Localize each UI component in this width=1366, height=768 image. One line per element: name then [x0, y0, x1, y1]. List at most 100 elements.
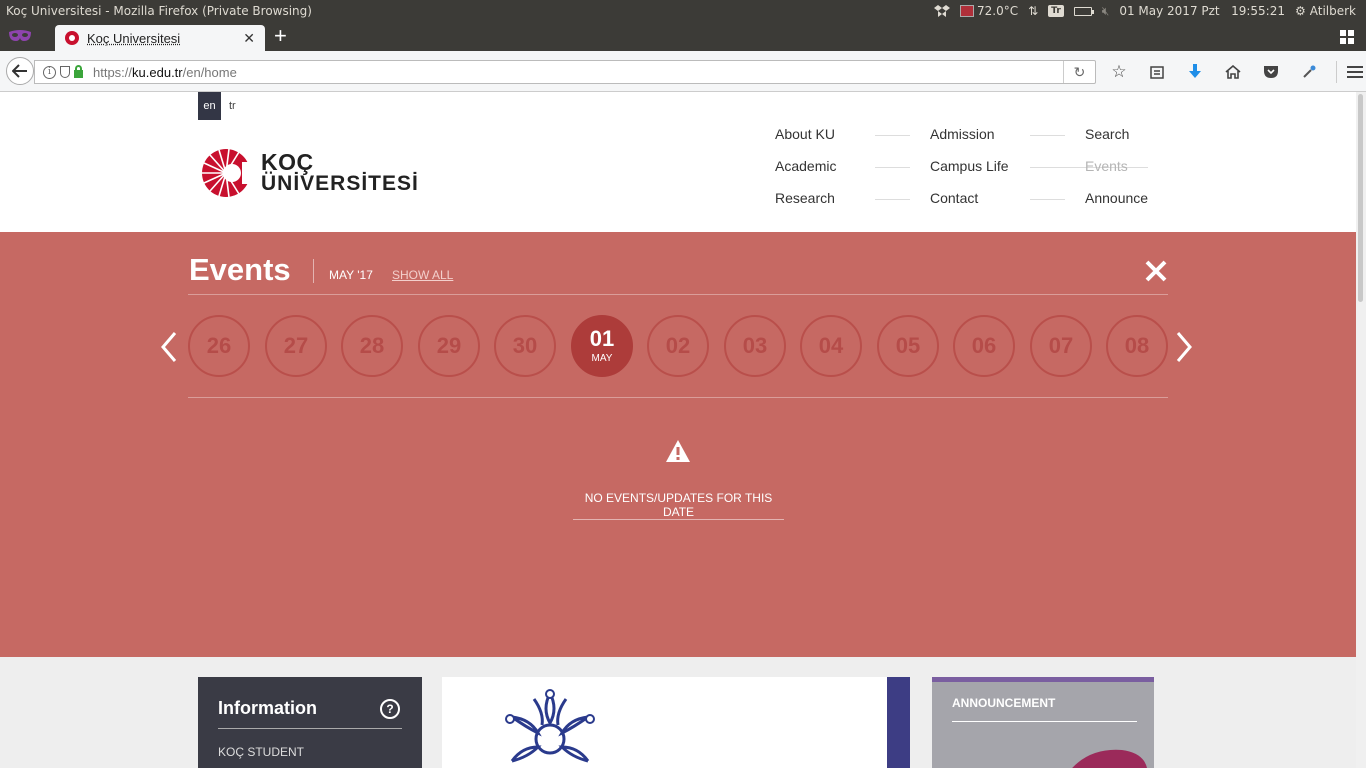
window-grid-icon[interactable]	[1340, 30, 1354, 44]
koc-logo-mark-icon	[202, 148, 256, 198]
no-events-message: NO EVENTS/UPDATES FOR THIS DATE	[584, 491, 773, 519]
nav-divider	[1030, 135, 1065, 136]
url-text[interactable]: https://ku.edu.tr/en/home	[93, 65, 237, 80]
home-icon[interactable]	[1222, 61, 1244, 83]
events-header-rule	[188, 294, 1168, 295]
announcement-box[interactable]: ANNOUNCEMENT	[932, 677, 1154, 768]
day-01-selected[interactable]: 01 MAY	[571, 315, 633, 377]
eyedropper-icon[interactable]	[1298, 61, 1320, 83]
promo-banner[interactable]	[442, 677, 910, 768]
volume-muted-icon[interactable]: 🔇︎	[1102, 4, 1110, 19]
info-icon[interactable]: i	[43, 65, 56, 79]
nav-admission[interactable]: Admission	[930, 126, 995, 142]
browser-toolbar: ☆	[1108, 61, 1363, 83]
browser-nav-bar: i https://ku.edu.tr/en/home ↻ ☆	[0, 51, 1366, 92]
pocket-icon[interactable]	[1260, 61, 1282, 83]
logo-line-1: KOÇ	[261, 149, 314, 175]
day-28[interactable]: 28	[341, 315, 403, 377]
shield-icon[interactable]	[60, 66, 70, 78]
day-30[interactable]: 30	[494, 315, 556, 377]
menu-icon[interactable]	[1347, 66, 1363, 78]
web-page: en tr KOÇ ÜNİVERSİTESİ About KU Academic…	[0, 92, 1356, 768]
window-title: Koç Universitesi - Mozilla Firefox (Priv…	[6, 4, 312, 18]
nav-divider	[1030, 199, 1065, 200]
reading-list-icon[interactable]	[1146, 61, 1168, 83]
koc-student-link[interactable]: KOÇ STUDENT	[218, 745, 304, 759]
day-05[interactable]: 05	[877, 315, 939, 377]
show-all-link[interactable]: SHOW ALL	[392, 268, 453, 282]
information-rule	[218, 728, 402, 729]
clock[interactable]: 01 May 2017 Pzt 19:55:21	[1119, 4, 1285, 18]
nav-academic[interactable]: Academic	[775, 158, 836, 174]
site-identity[interactable]: i	[35, 65, 83, 79]
day-07[interactable]: 07	[1030, 315, 1092, 377]
language-tr-button[interactable]: tr	[229, 92, 236, 120]
no-events-rule	[573, 519, 784, 520]
temperature-icon	[960, 5, 974, 17]
day-06[interactable]: 06	[953, 315, 1015, 377]
nav-events[interactable]: Events	[1085, 158, 1128, 174]
active-day-number: 01	[589, 326, 615, 351]
user-menu[interactable]: ⚙ Atilberk	[1295, 4, 1356, 18]
promo-stripe	[887, 677, 910, 768]
back-arrow-icon	[12, 64, 27, 78]
close-tab-icon[interactable]: ✕	[243, 30, 255, 47]
logo-line-2: ÜNİVERSİTESİ	[261, 172, 419, 195]
events-title-divider	[313, 259, 314, 283]
nav-contact[interactable]: Contact	[930, 190, 978, 206]
events-title: Events	[189, 252, 291, 287]
events-day-rule	[188, 397, 1168, 398]
next-arrow-icon[interactable]	[1175, 330, 1193, 364]
information-box: Information ? KOÇ STUDENT	[198, 677, 422, 768]
site-header: en tr KOÇ ÜNİVERSİTESİ About KU Academic…	[0, 92, 1356, 232]
day-04[interactable]: 04	[800, 315, 862, 377]
information-title: Information	[218, 698, 317, 718]
bookmark-star-icon[interactable]: ☆	[1108, 61, 1130, 83]
announcement-graphic-icon	[1072, 749, 1147, 768]
reload-icon[interactable]: ↻	[1063, 61, 1095, 83]
koc-university-logo[interactable]: KOÇ ÜNİVERSİTESİ	[198, 148, 419, 198]
keyboard-layout-indicator[interactable]: Tr	[1048, 5, 1064, 17]
day-27[interactable]: 27	[265, 315, 327, 377]
help-icon[interactable]: ?	[380, 699, 400, 719]
day-02[interactable]: 02	[647, 315, 709, 377]
new-tab-button[interactable]: +	[274, 25, 287, 47]
close-icon[interactable]	[1144, 259, 1168, 283]
download-icon[interactable]	[1184, 61, 1206, 83]
nav-divider	[875, 135, 910, 136]
nav-research[interactable]: Research	[775, 190, 835, 206]
page-scrollbar[interactable]	[1356, 92, 1366, 768]
network-icon[interactable]: ⇅	[1028, 4, 1038, 18]
os-top-bar: Koç Universitesi - Mozilla Firefox (Priv…	[0, 0, 1366, 22]
announcement-title: ANNOUNCEMENT	[952, 696, 1056, 710]
nav-about-ku[interactable]: About KU	[775, 126, 835, 142]
nav-campus-life[interactable]: Campus Life	[930, 158, 1009, 174]
temperature-indicator[interactable]: 72.0°C	[960, 4, 1018, 18]
day-03[interactable]: 03	[724, 315, 786, 377]
url-bar[interactable]: i https://ku.edu.tr/en/home ↻	[34, 60, 1096, 84]
tab-koc-universitesi[interactable]: Koç Universitesi ✕	[55, 25, 265, 51]
nav-announce[interactable]: Announce	[1085, 190, 1148, 206]
main-navigation: About KU Academic Research Admission Cam…	[775, 126, 1155, 222]
lock-icon[interactable]	[74, 65, 83, 78]
circular-emblem-icon	[505, 689, 595, 763]
battery-icon[interactable]	[1073, 6, 1094, 16]
toolbar-separator	[1336, 61, 1337, 83]
scrollbar-thumb[interactable]	[1358, 94, 1363, 302]
lower-content: Information ? KOÇ STUDENT ANNOUNCEMENT	[0, 657, 1356, 768]
previous-arrow-icon[interactable]	[160, 330, 178, 364]
language-en-button[interactable]: en	[198, 92, 221, 120]
private-browsing-mask-icon	[8, 29, 32, 43]
day-08[interactable]: 08	[1106, 315, 1168, 377]
announcement-rule	[952, 721, 1137, 722]
warning-icon	[666, 440, 690, 462]
koc-favicon-icon	[65, 31, 79, 45]
nav-search[interactable]: Search	[1085, 126, 1129, 142]
day-26[interactable]: 26	[188, 315, 250, 377]
nav-divider	[875, 199, 910, 200]
day-29[interactable]: 29	[418, 315, 480, 377]
dropbox-icon[interactable]	[934, 4, 950, 18]
back-button[interactable]	[6, 57, 34, 85]
nav-divider	[875, 167, 910, 168]
gear-icon: ⚙	[1294, 4, 1306, 18]
